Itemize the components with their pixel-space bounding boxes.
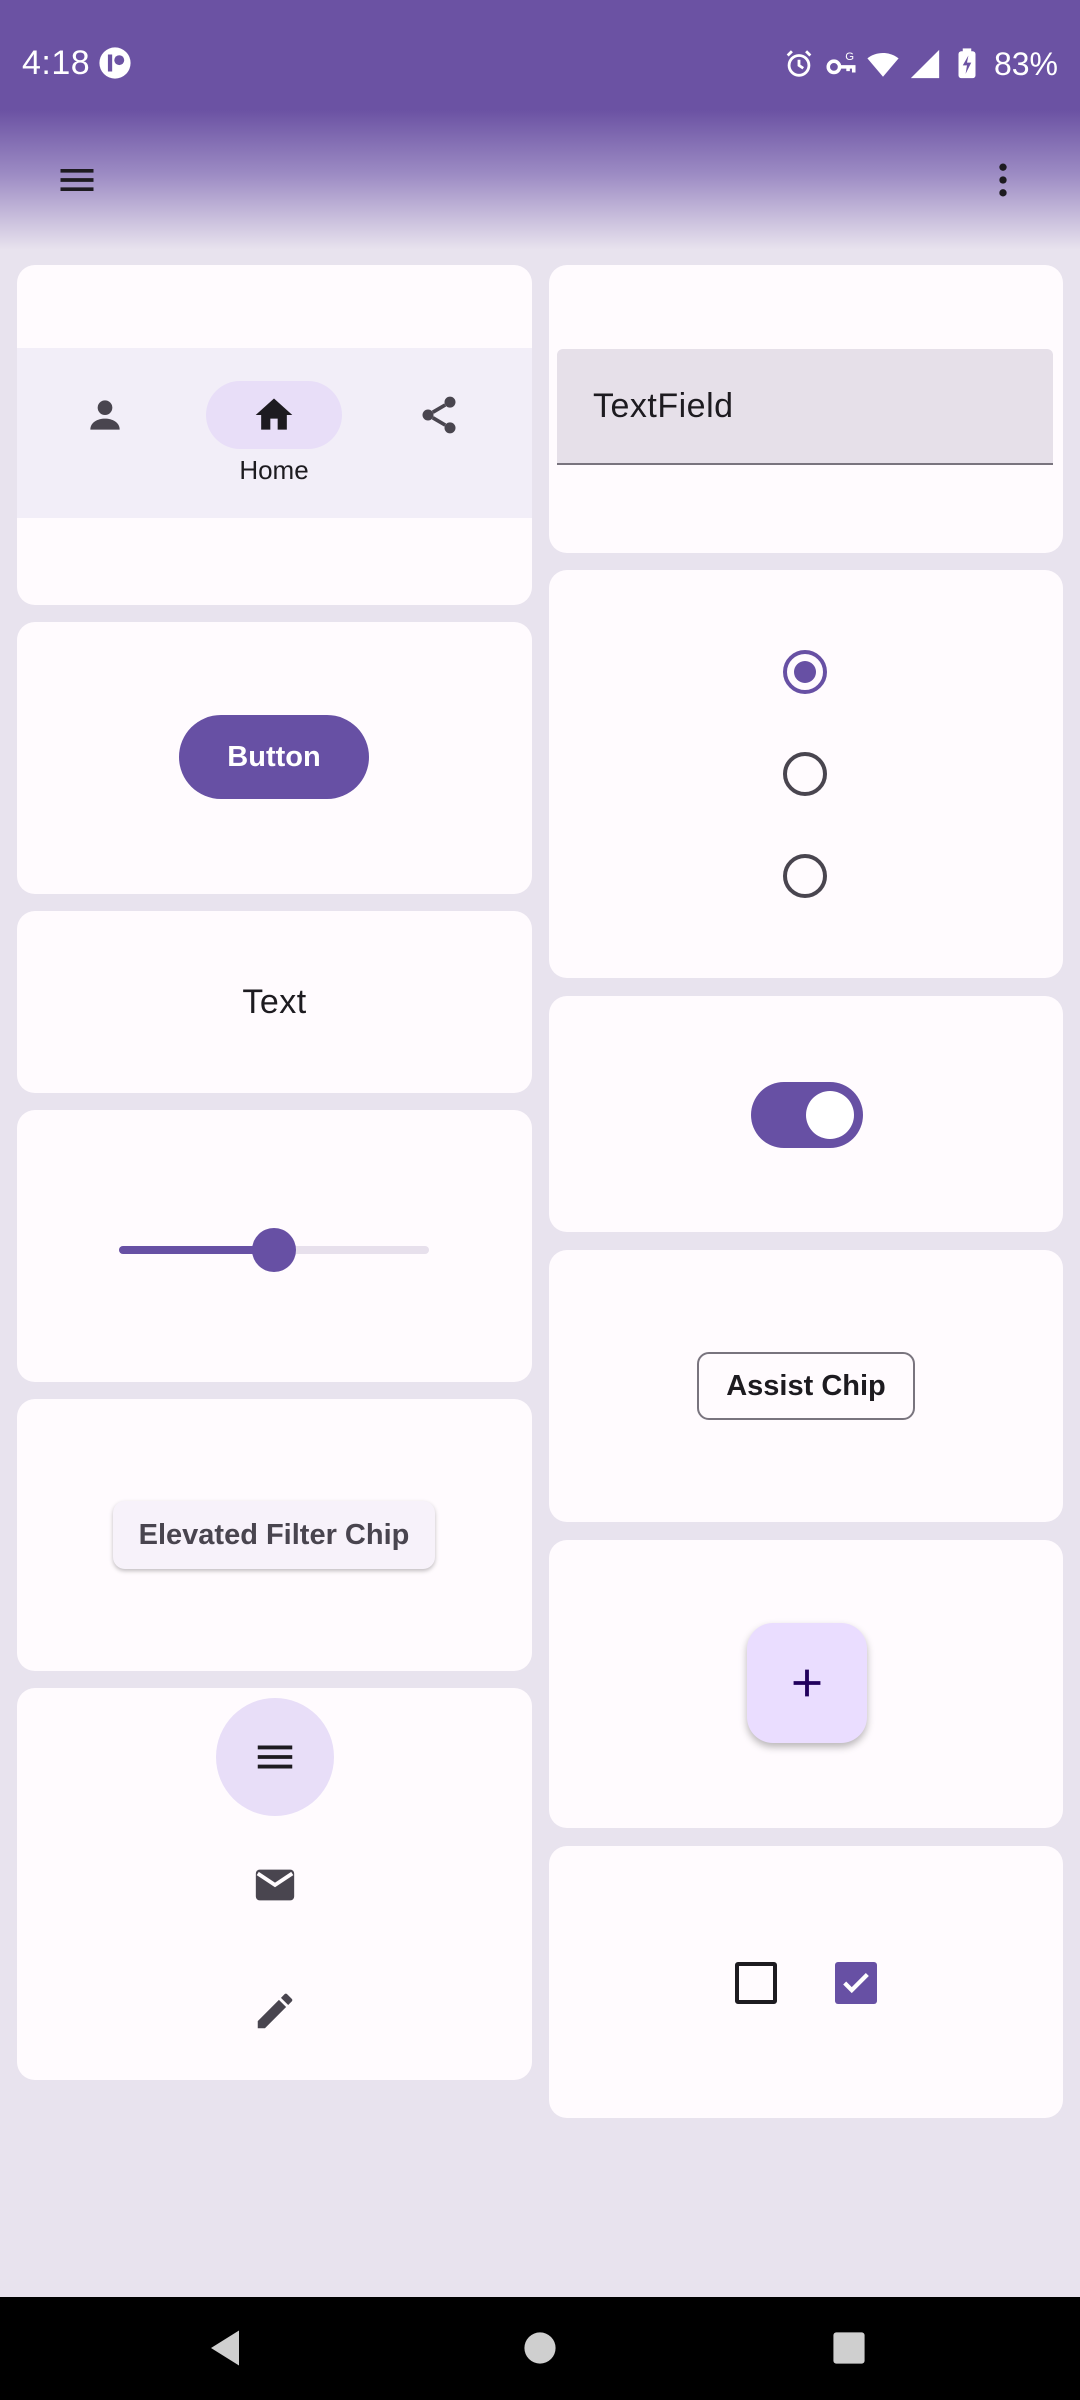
navigation-bar: Home (17, 348, 532, 518)
navigation-rail-card (17, 1688, 532, 2080)
status-bar: 4:18 G 83% (0, 0, 1080, 130)
alarm-icon (786, 50, 812, 77)
nav-item-share[interactable] (371, 348, 507, 518)
battery-percent: 83% (993, 45, 1058, 82)
vpn-key-icon: G (826, 51, 856, 75)
text-field-label: TextField (593, 387, 734, 425)
primary-button[interactable]: Button (179, 715, 369, 799)
assist-chip-card: Assist Chip (549, 1250, 1063, 1522)
menu-button[interactable] (37, 140, 117, 220)
slider-thumb[interactable] (252, 1228, 296, 1272)
svg-text:G: G (845, 51, 854, 63)
wifi-icon (867, 53, 899, 77)
text-field-card: TextField (549, 265, 1063, 553)
nav-item-home-label: Home (239, 455, 309, 485)
sample-text: Text (242, 983, 307, 1021)
back-icon[interactable] (204, 2327, 246, 2369)
text-field[interactable]: TextField (557, 349, 1053, 465)
text-card: Text (17, 911, 532, 1093)
toggle-switch[interactable] (751, 1082, 863, 1148)
mail-icon (255, 1869, 294, 1901)
button-card: Button (17, 622, 532, 894)
edit-icon (257, 1993, 292, 2029)
more-vert-icon (999, 163, 1007, 197)
fab-card (549, 1540, 1063, 1828)
menu-icon (257, 1745, 292, 1769)
home-circle-icon[interactable] (523, 2331, 557, 2365)
recents-icon[interactable] (832, 2331, 866, 2365)
radio-option-2[interactable] (783, 752, 827, 796)
add-fab[interactable] (747, 1623, 867, 1743)
status-time: 4:18 (22, 44, 91, 82)
radio-card (549, 570, 1063, 978)
radio-option-3[interactable] (783, 854, 827, 898)
rail-item-menu[interactable] (17, 1698, 532, 1816)
slider-card (17, 1110, 532, 1382)
status-icons: G 83% (782, 44, 1058, 84)
rail-item-edit[interactable] (17, 1988, 532, 2034)
switch-thumb (806, 1091, 854, 1139)
navigation-bar-card: Home (17, 265, 532, 605)
assist-chip[interactable]: Assist Chip (697, 1352, 915, 1420)
share-icon (422, 396, 456, 434)
radio-option-1[interactable] (783, 650, 827, 694)
person-icon (90, 400, 120, 430)
checkbox-checked[interactable] (835, 1962, 877, 2004)
rail-item-mail[interactable] (17, 1862, 532, 1908)
filter-chip-card: Elevated Filter Chip (17, 1399, 532, 1671)
system-navigation-bar (0, 2297, 1080, 2400)
slider-active-track (119, 1246, 274, 1254)
elevated-filter-chip[interactable]: Elevated Filter Chip (113, 1501, 435, 1569)
overflow-menu-button[interactable] (963, 140, 1043, 220)
nav-item-profile[interactable] (37, 348, 173, 518)
app-notification-icon (99, 47, 131, 79)
switch-card (549, 996, 1063, 1232)
battery-charging-icon (958, 48, 976, 79)
check-icon (843, 1972, 869, 1994)
home-icon (255, 398, 293, 430)
add-icon (793, 1669, 821, 1697)
checkbox-unchecked[interactable] (735, 1962, 777, 2004)
checkbox-card (549, 1846, 1063, 2118)
nav-item-home[interactable]: Home (206, 348, 342, 518)
menu-icon (60, 169, 94, 191)
signal-icon (910, 49, 940, 79)
